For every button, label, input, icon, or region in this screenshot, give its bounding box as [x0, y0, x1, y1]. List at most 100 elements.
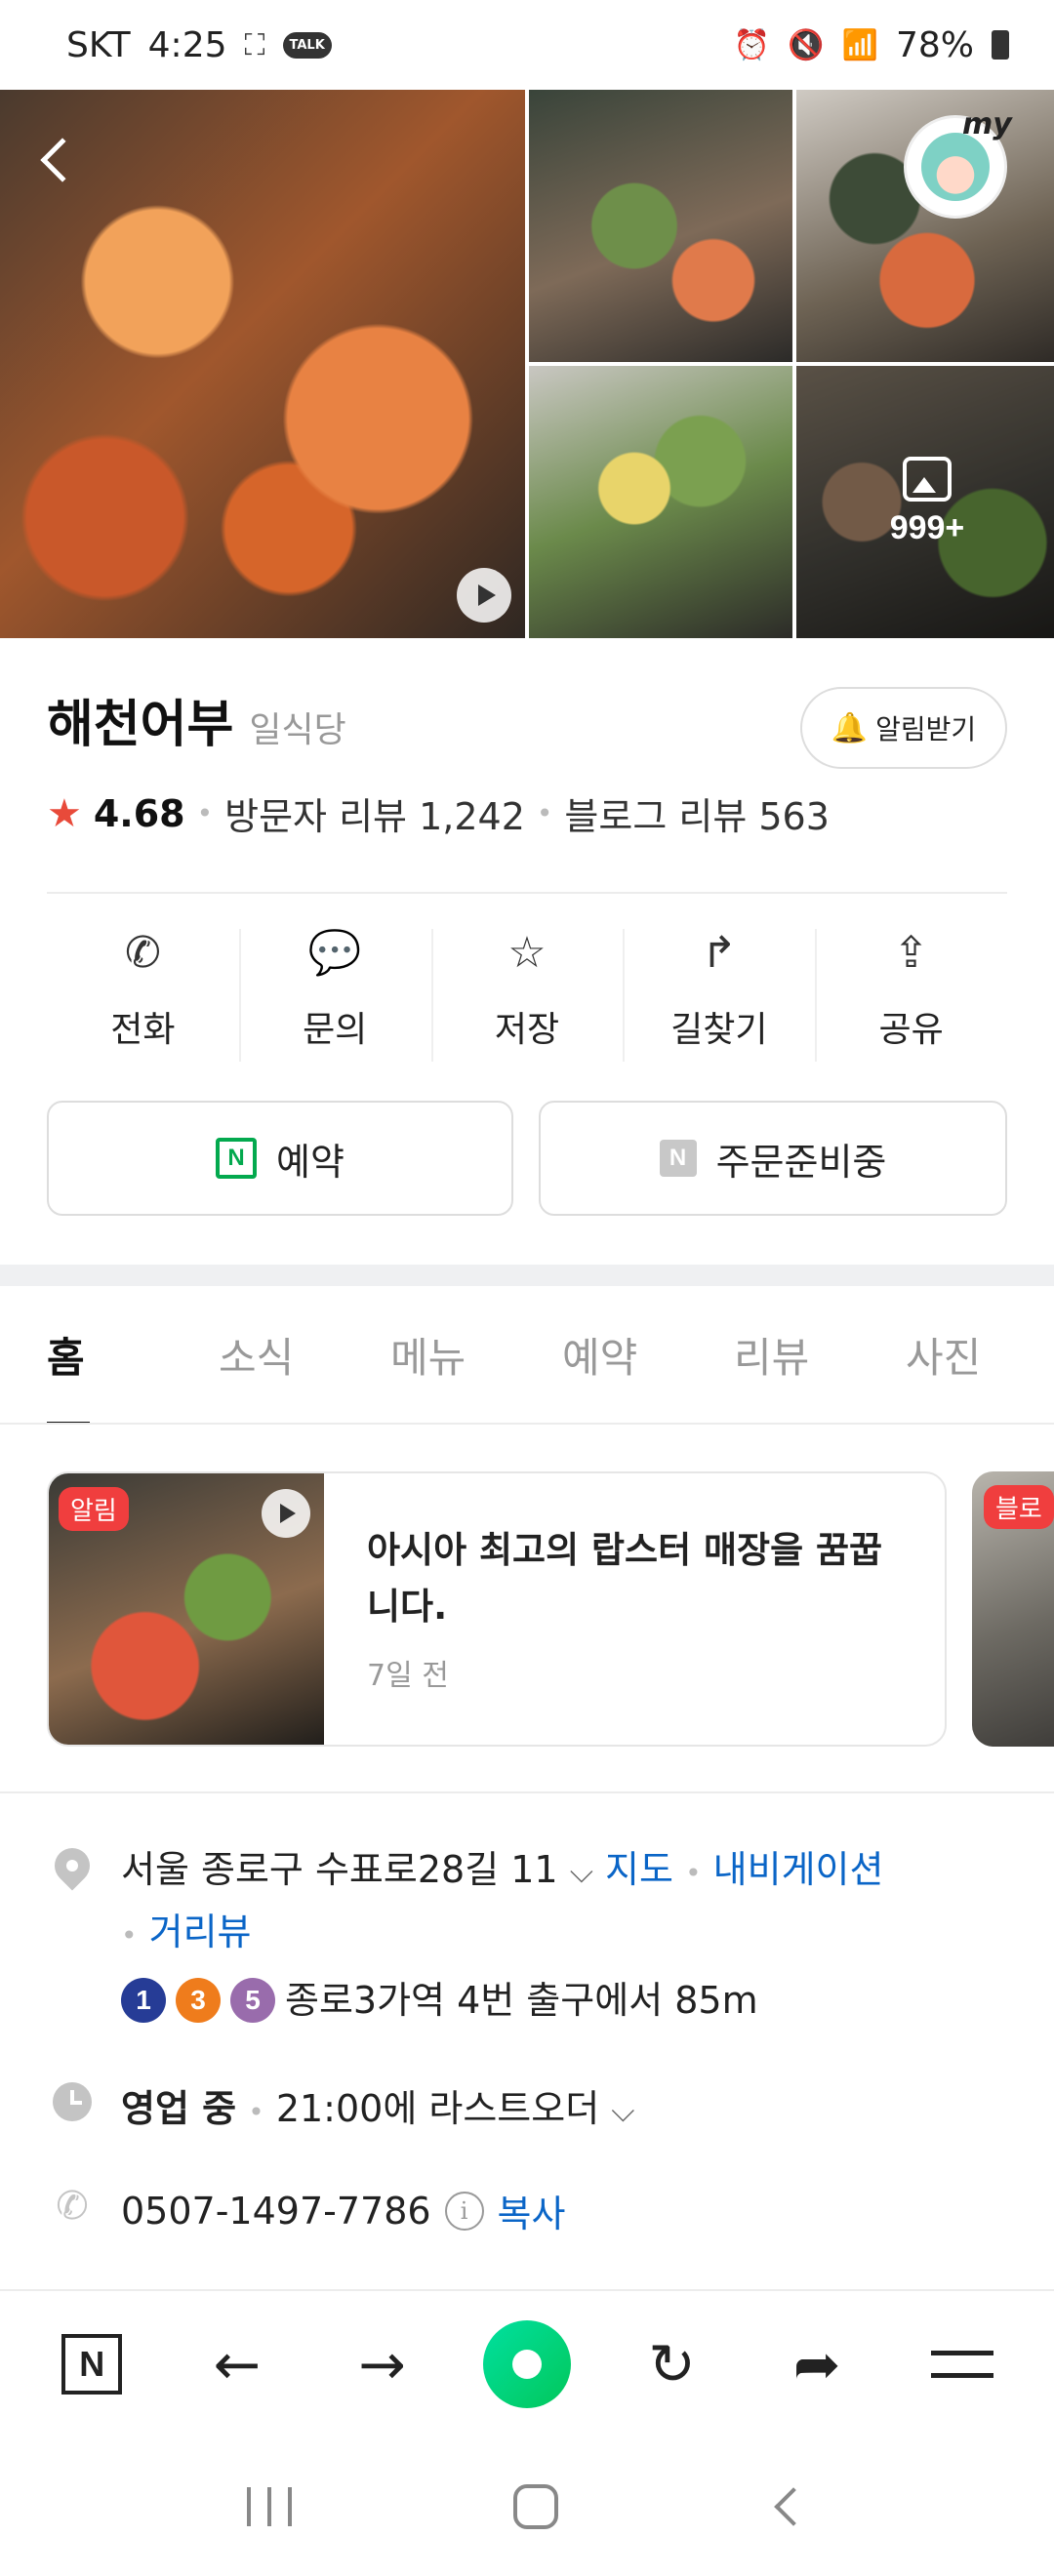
- separator-dot: •: [536, 797, 553, 829]
- news-card-next[interactable]: 블로: [972, 1471, 1054, 1747]
- status-left: SKT 4:25 ⛶ TALK: [66, 25, 332, 65]
- avatar-face-icon: [921, 133, 990, 201]
- news-title: 아시아 최고의 랍스터 매장을 꿈꿉니다.: [367, 1529, 883, 1628]
- hours-text: 영업 중 • 21:00에 라스트오더 ⌵: [121, 2078, 635, 2132]
- share-button[interactable]: ➦: [768, 2315, 866, 2413]
- menu-button[interactable]: [913, 2315, 1011, 2413]
- inquiry-action[interactable]: 💬 문의: [238, 927, 431, 1064]
- separator-dot: •: [248, 2096, 264, 2128]
- system-nav-bar: [0, 2437, 1054, 2576]
- share-action[interactable]: ⇪ 공유: [815, 927, 1007, 1064]
- hours-status: 영업 중: [121, 2087, 237, 2130]
- subway-line-3-badge: 3: [176, 1978, 221, 2023]
- subway-row: 1 3 5 종로3가역 4번 출구에서 85m: [121, 1971, 883, 2030]
- call-action[interactable]: ✆ 전화: [47, 927, 239, 1064]
- green-dot-button[interactable]: [478, 2315, 576, 2413]
- phone-number[interactable]: 0507-1497-7786: [121, 2190, 431, 2233]
- separator-dot: •: [685, 1857, 702, 1889]
- share-icon: ⇪: [893, 927, 930, 978]
- play-icon[interactable]: [457, 568, 511, 623]
- copy-link[interactable]: 복사: [498, 2184, 566, 2237]
- section-separator: [0, 1265, 1054, 1286]
- order-button[interactable]: N 주문준비중: [539, 1101, 1007, 1216]
- naver-calendar-icon: N: [216, 1138, 258, 1179]
- hours-detail: 21:00에 라스트오더: [275, 2087, 600, 2130]
- naver-home-button[interactable]: N: [43, 2315, 141, 2413]
- news-thumbnail: 알림: [49, 1473, 324, 1745]
- divider: [0, 1791, 1054, 1793]
- address-block: 서울 종로구 수표로28길 11 ⌵ 지도 • 내비게이션 • 거리뷰 1 3 …: [121, 1840, 883, 2030]
- home-icon[interactable]: [512, 2484, 558, 2529]
- main-photo[interactable]: [0, 90, 525, 638]
- image-icon: [903, 457, 952, 502]
- arrow-left-icon: ←: [213, 2331, 262, 2397]
- rating-value: 4.68: [93, 791, 185, 835]
- place-name: 해천어부: [47, 696, 234, 754]
- street-view-line: • 거리뷰: [121, 1903, 883, 1965]
- separator-dot: •: [196, 797, 214, 829]
- address-text: 서울 종로구 수표로28길 11: [121, 1848, 558, 1891]
- gallery-photo[interactable]: [529, 366, 792, 638]
- photo-count: 999+: [889, 509, 965, 546]
- hours-row[interactable]: 영업 중 • 21:00에 라스트오더 ⌵: [53, 2078, 635, 2132]
- phone-row: ✆ 0507-1497-7786 i 복사: [53, 2184, 565, 2237]
- status-right: ⏰ 🔇 📶 78%: [734, 25, 1009, 65]
- chevron-down-icon[interactable]: ⌵: [611, 2092, 634, 2129]
- gallery-photo-more[interactable]: 999+: [796, 366, 1054, 638]
- bell-plus-icon: 🔔: [831, 710, 869, 745]
- chevron-down-icon[interactable]: ⌵: [570, 1853, 593, 1890]
- system-back-icon[interactable]: [773, 2487, 813, 2526]
- info-icon[interactable]: i: [444, 2191, 484, 2231]
- wifi-icon: 📶: [841, 27, 878, 62]
- chat-icon: 💬: [307, 928, 362, 978]
- save-action[interactable]: ☆ 저장: [430, 927, 624, 1064]
- navigation-link[interactable]: 내비게이션: [713, 1848, 884, 1891]
- blog-reviews-link[interactable]: 블로그 리뷰 563: [564, 786, 830, 840]
- tab-menu[interactable]: 메뉴: [390, 1286, 562, 1423]
- refresh-icon: ↻: [648, 2331, 696, 2397]
- visitor-reviews-link[interactable]: 방문자 리뷰 1,242: [224, 786, 525, 840]
- arrow-right-icon: →: [358, 2331, 406, 2397]
- address-row: 서울 종로구 수표로28길 11 ⌵ 지도 • 내비게이션 • 거리뷰 1 3 …: [47, 1840, 883, 2030]
- place-category: 일식당: [249, 710, 346, 750]
- battery-icon: [992, 30, 1009, 60]
- reserve-button[interactable]: N 예약: [47, 1101, 513, 1216]
- reserve-label: 예약: [276, 1140, 345, 1184]
- phone-small-icon: ✆: [56, 2184, 89, 2229]
- more-photos-overlay: 999+: [796, 366, 1054, 638]
- star-rating-icon: ★: [47, 790, 82, 836]
- my-label: my: [962, 107, 1012, 141]
- subway-line-5-badge: 5: [230, 1978, 275, 2023]
- street-view-link[interactable]: 거리뷰: [149, 1911, 252, 1953]
- tab-home[interactable]: 홈: [47, 1286, 219, 1423]
- address-line: 서울 종로구 수표로28길 11 ⌵ 지도 • 내비게이션: [121, 1840, 883, 1903]
- tab-photo[interactable]: 사진: [906, 1286, 1054, 1423]
- browser-toolbar: N ← → ↻ ➦: [0, 2289, 1054, 2437]
- tab-reservation[interactable]: 예약: [562, 1286, 734, 1423]
- tab-news[interactable]: 소식: [219, 1286, 390, 1423]
- news-time: 7일 전: [367, 1659, 449, 1693]
- clock: 4:25: [147, 24, 227, 65]
- directions-action[interactable]: ↱ 길찾기: [623, 927, 815, 1064]
- action-label: 공유: [878, 1010, 944, 1050]
- phone-line: 0507-1497-7786 i 복사: [121, 2184, 565, 2237]
- directions-icon: ↱: [701, 927, 738, 978]
- recent-apps-icon[interactable]: [247, 2487, 293, 2526]
- notify-button[interactable]: 🔔 알림받기: [800, 687, 1007, 769]
- notice-badge: 알림: [59, 1487, 129, 1531]
- kakaotalk-icon: TALK: [282, 31, 332, 59]
- back-button[interactable]: ←: [188, 2315, 286, 2413]
- star-icon: ☆: [507, 927, 547, 978]
- news-card[interactable]: 알림 아시아 최고의 랍스터 매장을 꿈꿉니다. 7일 전: [47, 1471, 947, 1747]
- refresh-button[interactable]: ↻: [624, 2315, 721, 2413]
- play-icon: [262, 1489, 310, 1538]
- green-dot-icon: [482, 2320, 571, 2408]
- tab-review[interactable]: 리뷰: [734, 1286, 906, 1423]
- carrier: SKT: [66, 24, 131, 65]
- map-link[interactable]: 지도: [605, 1848, 673, 1891]
- action-label: 길찾기: [670, 1010, 768, 1050]
- forward-button[interactable]: →: [333, 2315, 430, 2413]
- action-bar: ✆ 전화 💬 문의 ☆ 저장 ↱ 길찾기 ⇪ 공유: [47, 927, 1007, 1064]
- gallery-photo[interactable]: [529, 90, 792, 362]
- share-arrow-icon: ➦: [792, 2331, 841, 2397]
